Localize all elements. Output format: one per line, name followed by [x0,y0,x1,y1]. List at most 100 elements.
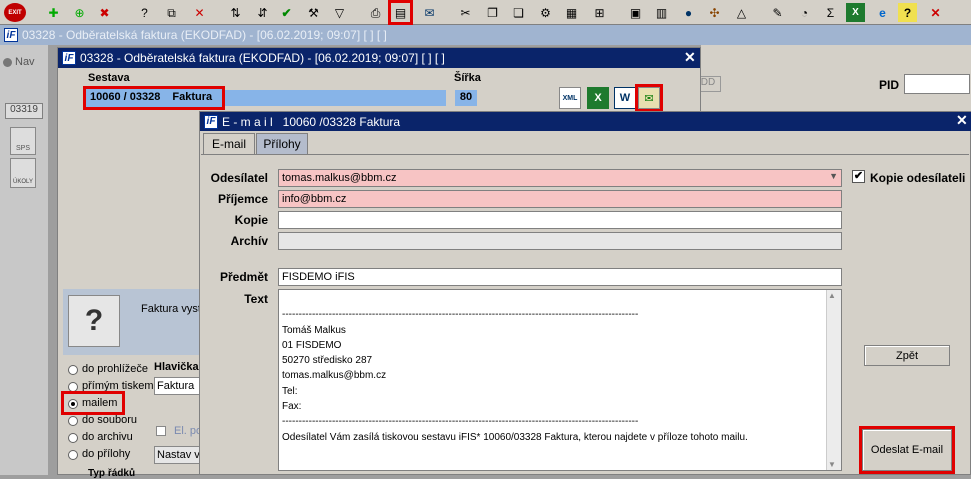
app-logo-icon: iF [4,28,18,42]
sender-label: Odesílatel [210,171,268,185]
tab-attachments[interactable]: Přílohy [256,133,308,154]
report-row[interactable]: 10060 / 03328 Faktura [83,86,446,110]
excel-export-icon[interactable]: X [587,87,609,109]
hlavicka-field[interactable]: Faktura [154,377,200,395]
close-icon[interactable]: ✕ [926,3,945,22]
print-report-icon[interactable]: ▤ [388,0,413,25]
back-button[interactable]: Zpět [864,345,950,366]
radio-archive[interactable] [68,433,78,443]
body-line: Odesílatel Vám zasílá tiskovou sestavu i… [282,431,748,443]
note-icon[interactable]: ✎ [768,3,787,22]
close-icon[interactable]: ✕ [684,49,696,66]
archive-input[interactable] [278,232,842,250]
help-delete-icon[interactable]: ✕ [190,3,209,22]
help-icon[interactable]: ? [898,3,917,22]
exit-icon[interactable]: EXIT [4,3,26,22]
triangle-icon[interactable]: △ [732,3,751,22]
radio-attachment[interactable] [68,450,78,460]
add-record-icon[interactable]: ✚ [44,3,63,22]
close-icon[interactable]: ✕ [956,112,968,129]
mail-icon[interactable]: ✉ [420,3,439,22]
el-label: El. po [174,425,203,437]
report-window-title: iF 03328 - Odběratelská faktura (EKODFAD… [58,48,700,68]
radio-mail[interactable] [68,399,78,409]
email-dialog-title: iF E - m a i l 10060 /03328 Faktura ✕ [200,112,971,131]
help-query-icon[interactable]: ? [135,3,154,22]
word-export-icon[interactable]: W [614,87,636,109]
radio-attachment-label: do přílohy [82,448,131,460]
radio-file[interactable] [68,416,78,426]
body-line: Tel: [282,385,298,397]
main-window-title: iF 03328 - Odběratelská faktura (EKODFAD… [0,25,971,45]
sirka-label: Šířka [454,72,481,84]
report-width: 80 [455,90,477,106]
excel-icon[interactable]: X [846,3,865,22]
tools-icon[interactable]: ▣ [626,3,645,22]
radio-print[interactable] [68,382,78,392]
recipient-input[interactable]: info@bbm.cz [278,190,842,208]
delete-record-icon[interactable]: ✖ [95,3,114,22]
report-window-title-text: 03328 - Odběratelská faktura (EKODFAD) -… [80,51,445,65]
sort-asc-icon[interactable]: ⇅ [226,3,245,22]
sort-desc-icon[interactable]: ⇵ [253,3,272,22]
nav-option[interactable]: Nav [3,56,35,68]
sender-copy-label: Kopie odesílateli [870,171,966,185]
copy-input[interactable] [278,211,842,229]
copy-doc-icon[interactable]: ❐ [483,3,502,22]
xml-export-icon[interactable]: XML [559,87,581,109]
help-copy-icon[interactable]: ⧉ [162,3,181,22]
text-label: Text [244,292,268,306]
scroll-up-icon[interactable]: ▲ [828,291,836,300]
radio-file-label: do souboru [82,414,138,426]
sender-select[interactable]: tomas.malkus@bbm.cz ▼ [278,169,842,187]
copy-label: Kopie [234,213,268,227]
email-export-icon[interactable]: ✉ [635,84,663,112]
subject-input[interactable]: FISDEMO iFIS [278,268,842,286]
printer-help-icon[interactable]: ? [68,295,120,347]
hlavicka-label: Hlavička [154,361,199,373]
sigma-icon[interactable]: Σ [821,3,840,22]
body-line: Tomáš Malkus [282,324,346,336]
subject-label: Předmět [219,270,268,284]
pid-input[interactable] [904,74,970,94]
left-strip: Nav 03319 SPS ÚKOLY [0,45,48,475]
okoly-button[interactable]: ÚKOLY [10,158,36,188]
sestava-label: Sestava [88,72,130,84]
body-scrollbar[interactable]: ▲ ▼ [826,290,841,470]
sender-copy-checkbox[interactable]: ✔ [852,170,865,183]
sps-button[interactable]: SPS [10,127,36,155]
radio-browser[interactable] [68,365,78,375]
add-copy-icon[interactable]: ⊕ [70,3,89,22]
scissors-icon[interactable]: ✂ [456,3,475,22]
scroll-down-icon[interactable]: ▼ [828,460,836,469]
body-line: tomas.malkus@bbm.cz [282,370,387,382]
el-checkbox[interactable] [156,426,166,436]
globe-icon[interactable]: ● [679,3,698,22]
calendar-icon[interactable]: ▥ [652,3,671,22]
check-icon[interactable]: ✔ [277,3,296,22]
ie-icon[interactable]: e [873,3,892,22]
filter-icon[interactable]: ▽ [330,3,349,22]
okoly-label: ÚKOLY [13,179,33,185]
main-title-text: 03328 - Odběratelská faktura (EKODFAD) -… [22,28,387,42]
wrench-icon[interactable]: ⚒ [304,3,323,22]
print-icon[interactable]: ⎙ [366,3,385,22]
nastav-field[interactable]: Nastav v [154,446,200,464]
app-logo-icon: iF [62,51,76,65]
body-textarea[interactable]: ----------------------------------------… [278,289,842,471]
send-email-button[interactable]: Odeslat E-mail [859,426,955,474]
radio-print-label: přímým tiskem [82,380,154,392]
record-code: 03319 [5,103,43,119]
report-id: 10060 / 03328 [90,91,161,103]
report-selection: 10060 / 03328 Faktura [83,86,225,110]
nav-label: Nav [15,56,35,68]
clock-icon[interactable]: ◔ [795,3,814,22]
paste-doc-icon[interactable]: ❏ [509,3,528,22]
archive-label: Archív [230,234,268,248]
columns-icon[interactable]: ⚙ [536,3,555,22]
tab-email[interactable]: E-mail [203,133,255,154]
report-name: Faktura [172,91,213,103]
grid-icon[interactable]: ▦ [562,3,581,22]
export-icon[interactable]: ⊞ [590,3,609,22]
wheel-icon[interactable]: ✣ [705,3,724,22]
